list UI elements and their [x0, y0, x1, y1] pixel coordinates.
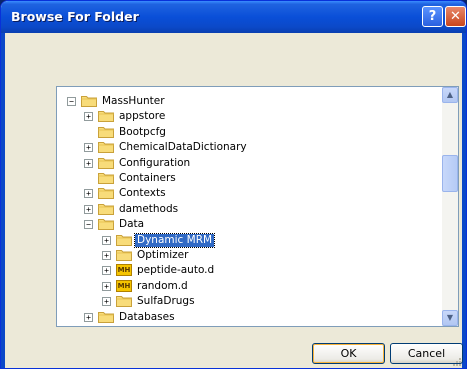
tree-item-label: Data — [119, 218, 145, 231]
tree-item[interactable]: + SulfaDrugs — [57, 294, 442, 309]
tree-item-label: random.d — [137, 279, 188, 292]
window-border-right — [462, 33, 466, 368]
expand-icon[interactable]: + — [102, 251, 111, 260]
expand-icon[interactable]: + — [102, 235, 111, 245]
folder-icon — [98, 142, 114, 154]
tree-item[interactable]: + Optimizer — [57, 248, 442, 263]
scroll-up-button[interactable]: ▲ — [442, 87, 458, 103]
tree-item[interactable]: + Dynamic MRM — [57, 232, 442, 248]
tree-item-label: peptide-auto.d — [137, 264, 215, 277]
tree-item[interactable]: + damethods — [57, 202, 442, 217]
folder-tree[interactable]: − MassHunter + appstore Bootpcfg + ChemicalDat… — [56, 86, 459, 327]
folder-icon — [98, 219, 114, 231]
tree-item-label: Contexts — [119, 187, 166, 200]
tree-item-label: Dynamic MRM — [133, 232, 216, 248]
folder-icon — [116, 296, 132, 308]
ok-button[interactable]: OK — [312, 343, 385, 364]
tree-item-label: Optimizer — [137, 249, 189, 261]
tree-item[interactable]: Bootpcfg — [57, 125, 442, 140]
folder-icon — [98, 111, 114, 123]
expand-icon[interactable]: + — [84, 189, 93, 199]
tree-item[interactable]: + appstore — [57, 109, 442, 124]
close-button[interactable]: ✕ — [445, 6, 466, 27]
browse-folder-dialog: Browse For Folder ? ✕ − MassHunter + appsto… — [0, 0, 467, 369]
tree-item-label: MassHunter — [102, 95, 165, 107]
tree-item[interactable]: + MH peptide-auto.d — [57, 263, 442, 278]
tree-item-label: ChemicalDataDictionary — [119, 141, 247, 154]
tree-item[interactable]: + Databases — [57, 310, 442, 325]
expand-icon[interactable]: + — [84, 143, 93, 153]
window-border-left — [1, 33, 5, 368]
folder-icon — [98, 126, 114, 138]
scroll-thumb[interactable] — [442, 155, 458, 192]
tree-item-label: appstore — [119, 110, 166, 123]
tree-item[interactable]: − MassHunter — [57, 94, 442, 109]
tree-item-label: Databases — [119, 310, 175, 323]
masshunter-data-icon: MH — [116, 279, 132, 292]
folder-icon — [98, 203, 114, 215]
title-bar[interactable]: Browse For Folder ? ✕ — [1, 1, 466, 33]
expand-icon[interactable]: + — [102, 297, 111, 307]
tree-item[interactable]: + MH random.d — [57, 279, 442, 294]
tree-item[interactable]: Containers — [57, 171, 442, 186]
folder-icon — [116, 234, 132, 246]
folder-icon — [81, 96, 97, 107]
help-button[interactable]: ? — [422, 6, 443, 27]
vertical-scrollbar[interactable]: ▲ ▼ — [442, 87, 458, 326]
expand-icon[interactable]: + — [84, 112, 93, 122]
tree-item[interactable]: + Contexts — [57, 186, 442, 201]
expand-icon[interactable]: + — [84, 204, 93, 214]
tree-item-label: Containers — [119, 172, 176, 184]
masshunter-data-icon: MH — [116, 264, 132, 277]
tree-item[interactable]: + ChemicalDataDictionary — [57, 140, 442, 155]
folder-icon — [98, 311, 114, 323]
folder-icon — [98, 157, 114, 169]
tree-item-label: Configuration — [119, 156, 191, 169]
resize-grip-icon[interactable] — [451, 356, 461, 366]
window-title: Browse For Folder — [11, 9, 139, 24]
tree-item[interactable]: + Configuration — [57, 156, 442, 171]
tree-item-label: Bootpcfg — [119, 125, 166, 138]
collapse-icon[interactable]: − — [84, 220, 93, 230]
expand-icon[interactable]: + — [84, 312, 93, 322]
expand-icon[interactable]: + — [102, 266, 111, 276]
folder-icon — [98, 188, 114, 200]
expand-icon[interactable]: + — [102, 281, 111, 291]
tree-item-label: damethods — [119, 202, 179, 215]
tree-item[interactable]: − Data — [57, 217, 442, 232]
scroll-down-button[interactable]: ▼ — [442, 310, 458, 326]
tree-item-label: SulfaDrugs — [137, 295, 195, 308]
folder-icon — [98, 173, 114, 184]
collapse-icon[interactable]: − — [67, 97, 76, 106]
expand-icon[interactable]: + — [84, 158, 93, 168]
folder-icon — [116, 250, 132, 261]
